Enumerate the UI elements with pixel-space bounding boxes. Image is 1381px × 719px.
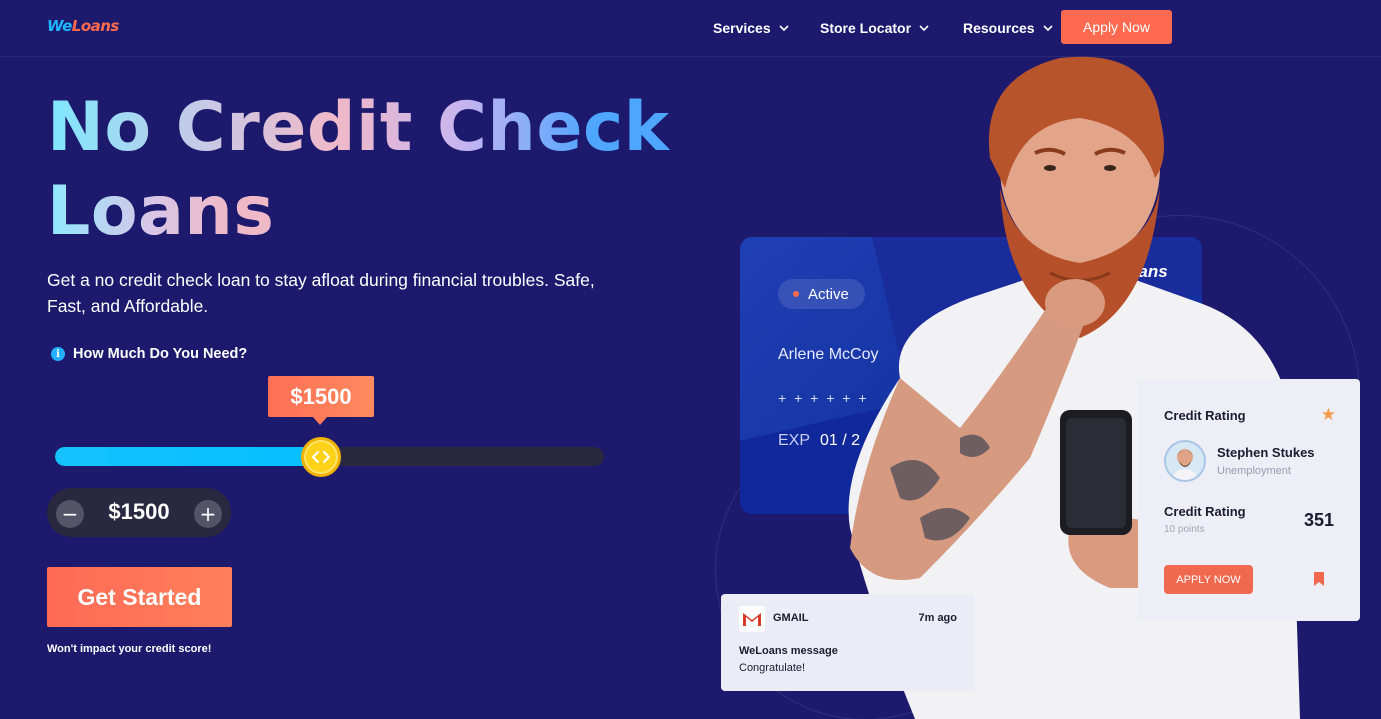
gmail-title: GMAIL (773, 612, 809, 624)
logo[interactable]: WeLoans (47, 17, 119, 35)
card-expiry-label: EXP (778, 432, 811, 449)
apply-now-small-button[interactable]: APPLY NOW (1164, 565, 1253, 594)
gmail-message-text: Congratulate! (739, 662, 806, 674)
gmail-notification: GMAIL 7m ago WeLoans message Congratulat… (721, 594, 975, 691)
credit-rating-label: Credit Rating (1164, 504, 1246, 519)
hero-subtitle: Get a no credit check loan to stay afloa… (47, 270, 595, 316)
credit-score: 351 (1303, 510, 1334, 530)
logo-loans: Loans (71, 17, 120, 35)
nav-services-label: Services (713, 20, 771, 36)
chevron-down-icon (1043, 25, 1053, 32)
chevron-down-icon (919, 25, 929, 32)
page-title: No Credit Check Loans (47, 86, 687, 254)
nav-store-locator[interactable]: Store Locator (820, 18, 931, 38)
increase-button[interactable]: + (194, 500, 222, 528)
get-started-button[interactable]: Get Started (47, 567, 232, 627)
nav-resources[interactable]: Resources (963, 18, 1055, 38)
amount-stepper: − $1500 + (47, 488, 231, 537)
amount-bubble: $1500 (268, 376, 374, 425)
user-name: Stephen Stukes (1217, 445, 1315, 460)
credit-score-disclaimer: Won't impact your credit score! (47, 643, 212, 655)
logo-we: We (47, 17, 72, 35)
credit-rating-card: Credit Rating ★ Stephen Stukes Unemploym… (1138, 379, 1360, 621)
user-role: Unemployment (1217, 465, 1291, 477)
nav-store-locator-label: Store Locator (820, 20, 912, 36)
gmail-time: 7m ago (918, 612, 957, 624)
avatar (1164, 440, 1206, 482)
credit-points: 10 points (1164, 524, 1205, 535)
star-icon[interactable]: ★ (1321, 405, 1336, 425)
gmail-icon (739, 606, 765, 632)
amount-slider-thumb[interactable] (301, 437, 341, 477)
nav-resources-label: Resources (963, 20, 1035, 36)
decrease-button[interactable]: − (56, 500, 84, 528)
nav-services[interactable]: Services (713, 18, 791, 38)
amount-slider-fill (55, 447, 319, 466)
amount-question-label: How Much Do You Need? (73, 346, 248, 362)
bookmark-icon[interactable] (1314, 572, 1324, 586)
title-line-1: No Credit Check (47, 88, 670, 167)
drag-arrows-icon (311, 450, 331, 464)
info-icon[interactable]: i (51, 347, 65, 361)
status-dot-icon (793, 291, 799, 297)
apply-now-button[interactable]: Apply Now (1061, 10, 1172, 44)
credit-rating-title: Credit Rating (1164, 408, 1246, 423)
chevron-down-icon (779, 25, 789, 32)
amount-question: i How Much Do You Need? (51, 346, 247, 362)
gmail-message-title: WeLoans message (739, 645, 838, 657)
title-line-2: Loans (47, 172, 275, 251)
stepper-value: $1500 (108, 499, 170, 524)
